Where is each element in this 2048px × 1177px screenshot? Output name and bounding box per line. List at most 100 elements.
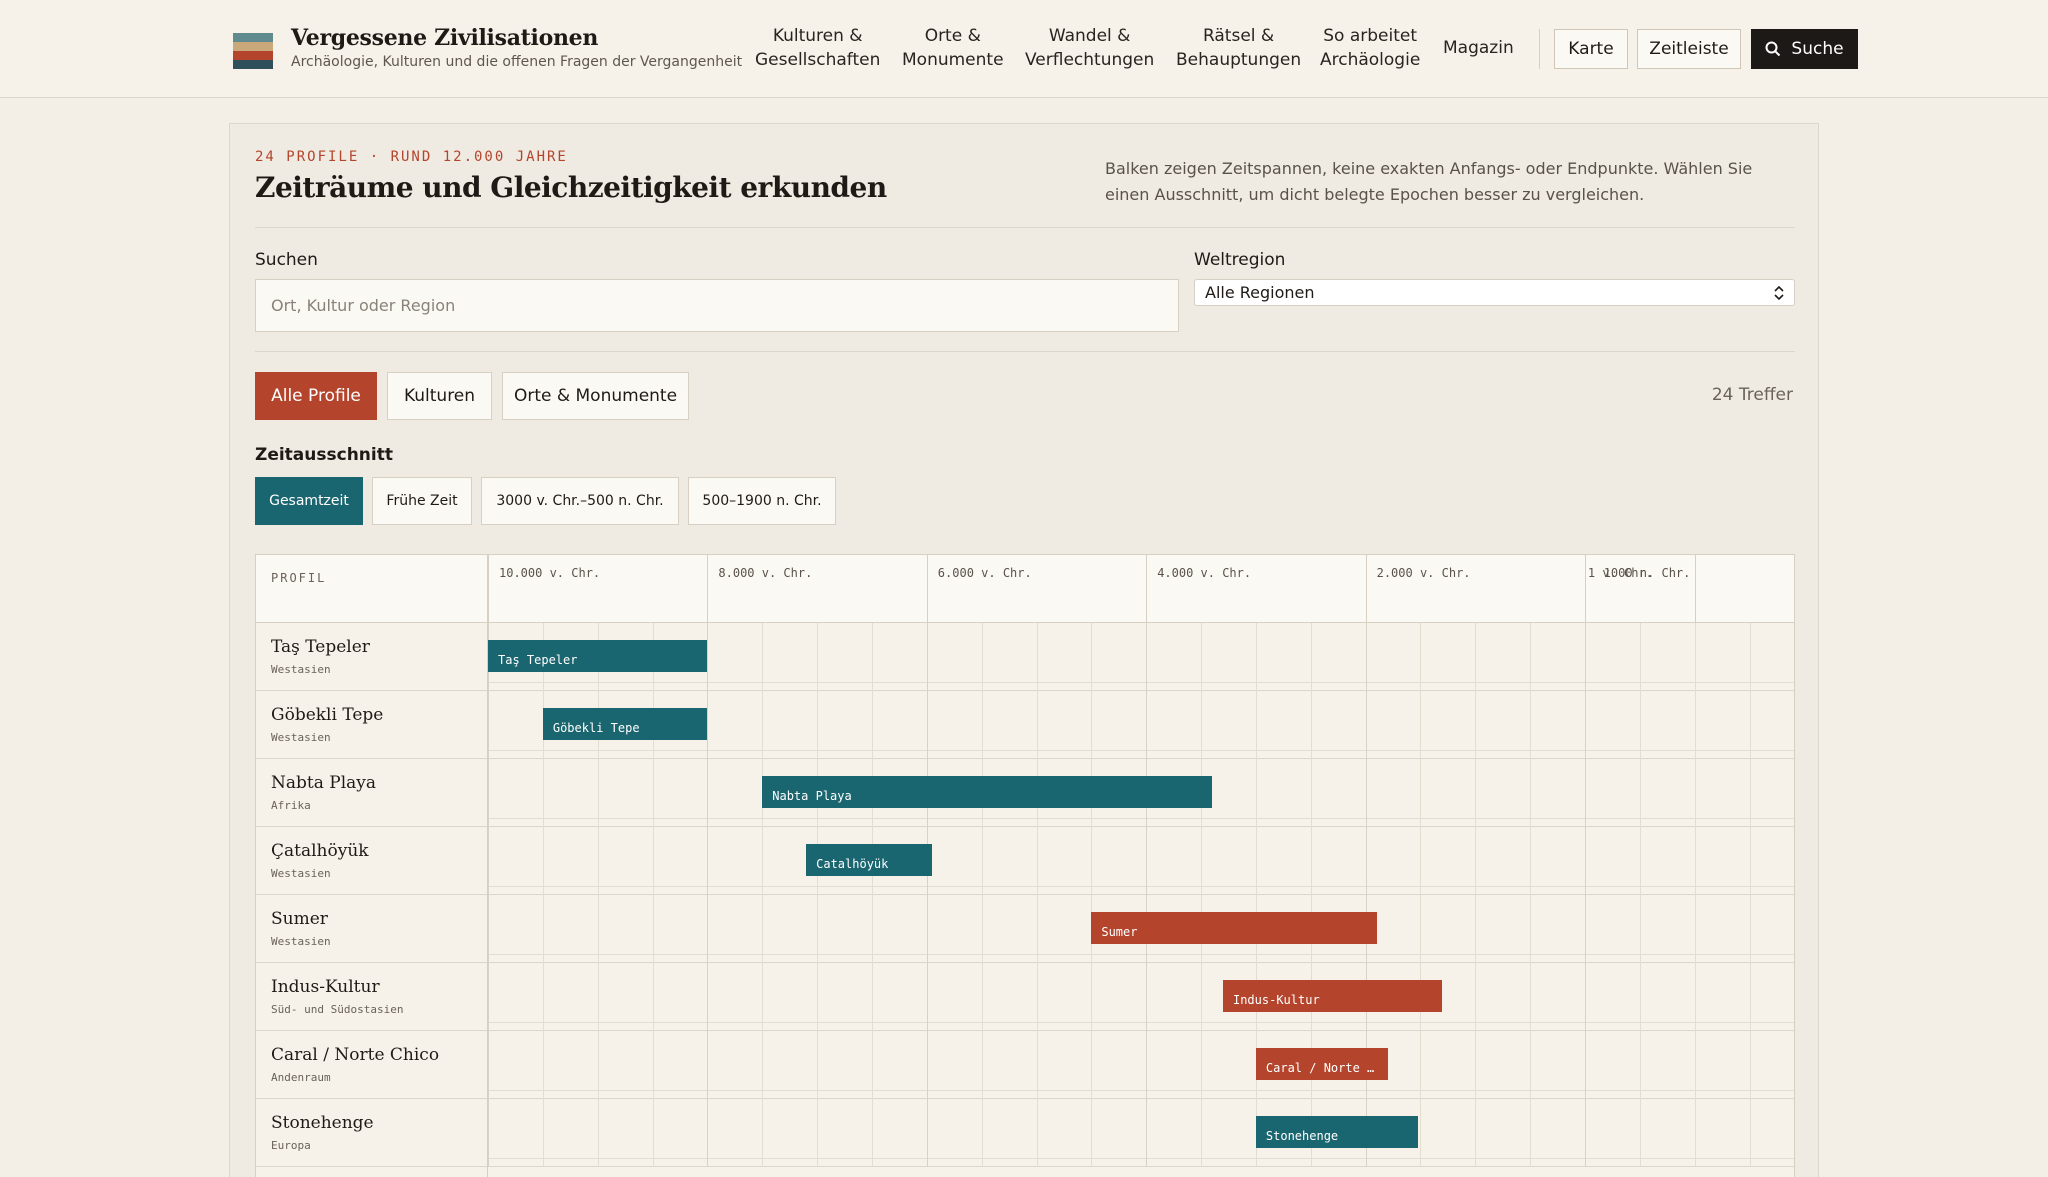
grid-line (1420, 1099, 1422, 1167)
axis-tick: 10.000 v. Chr. (488, 555, 600, 623)
grid-line (1694, 827, 1696, 895)
search-input[interactable] (255, 279, 1179, 332)
grid-line (1530, 1031, 1532, 1099)
nav-wandel[interactable]: Wandel & Verflechtungen (1025, 24, 1154, 72)
nav-kulturen[interactable]: Kulturen & Gesellschaften (755, 24, 880, 72)
grid-line (1749, 963, 1751, 1031)
timespan-bar[interactable]: Göbekli Tepe (542, 708, 708, 740)
grid-line (1420, 827, 1422, 895)
grid-line (1201, 691, 1203, 759)
grid-line (1036, 1031, 1038, 1099)
grid-line (1091, 827, 1093, 895)
grid-line (1255, 691, 1257, 759)
timeline-button[interactable]: Zeitleiste (1637, 29, 1741, 69)
search-icon (1765, 41, 1781, 57)
grid-line (1310, 827, 1312, 895)
grid-line (926, 963, 928, 1031)
timespan-bar[interactable]: Stonehenge (1255, 1116, 1419, 1148)
grid-line (652, 1031, 654, 1099)
row-track (488, 1099, 1794, 1159)
grid-line (1420, 1031, 1422, 1099)
region-select[interactable]: Alle Regionen (1194, 279, 1795, 306)
timespan-bar[interactable]: Nabta Playa (762, 776, 1213, 808)
grid-line (1530, 827, 1532, 895)
page-title: Zeiträume und Gleichzeitigkeit erkunden (255, 171, 887, 204)
grid-line (1036, 691, 1038, 759)
grid-line (1146, 691, 1148, 759)
profile-name[interactable]: Çatalhöyük (271, 841, 369, 861)
timespan-bar[interactable]: Sumer (1091, 912, 1377, 944)
axis-tick-label: 6.000 v. Chr. (937, 566, 1032, 580)
profile-name[interactable]: Taş Tepeler (271, 637, 370, 657)
profile-name[interactable]: Caral / Norte Chico (271, 1045, 439, 1065)
axis-tick: 8.000 v. Chr. (707, 555, 812, 623)
nav-orte[interactable]: Orte & Monumente (902, 24, 1004, 72)
grid-line (1475, 623, 1477, 691)
grid-line (1749, 623, 1751, 691)
grid-line (1201, 1031, 1203, 1099)
axis-tick: 1000 n. Chr. (1604, 555, 1696, 623)
zeit-fruehe-zeit[interactable]: Frühe Zeit (372, 477, 472, 525)
grid-line (542, 759, 544, 827)
axis-tick-label: 8.000 v. Chr. (718, 566, 813, 580)
grid-line (1749, 1031, 1751, 1099)
brand-subtitle: Archäologie, Kulturen und die offenen Fr… (291, 54, 743, 70)
grid-line (762, 691, 764, 759)
nav-label: Gesellschaften (755, 50, 881, 70)
profile-name[interactable]: Nabta Playa (271, 773, 376, 793)
timespan-bar[interactable]: Caral / Norte … (1255, 1048, 1388, 1080)
profile-name[interactable]: Indus-Kultur (271, 977, 380, 997)
grid-line (1694, 691, 1696, 759)
grid-line (926, 1031, 928, 1099)
zeit-gesamtzeit[interactable]: Gesamtzeit (255, 477, 363, 525)
logo-icon[interactable] (233, 33, 273, 69)
grid-line (1749, 827, 1751, 895)
zeit-3000-500[interactable]: 3000 v. Chr.–500 n. Chr. (481, 477, 679, 525)
filter-all-profiles[interactable]: Alle Profile (255, 372, 377, 420)
timespan-bar[interactable]: Taş Tepeler (488, 640, 708, 672)
map-button[interactable]: Karte (1554, 29, 1628, 69)
grid-line (1639, 759, 1641, 827)
nav-magazin[interactable]: Magazin (1443, 36, 1514, 60)
grid-line (542, 1031, 544, 1099)
grid-line (1310, 691, 1312, 759)
panel-description: Balken zeigen Zeitspannen, keine exakten… (1105, 159, 1753, 204)
row-track (488, 1031, 1794, 1091)
search-button-label: Suche (1791, 39, 1844, 59)
grid-line (871, 1099, 873, 1167)
grid-line (1585, 1099, 1586, 1167)
grid-line (871, 691, 873, 759)
grid-line (1475, 827, 1477, 895)
grid-line (542, 1099, 544, 1167)
brand-title[interactable]: Vergessene Zivilisationen (291, 25, 598, 51)
grid-line (1036, 623, 1038, 691)
nav-label: Monumente (902, 50, 1004, 70)
filter-kulturen[interactable]: Kulturen (387, 372, 492, 420)
profile-name[interactable]: Göbekli Tepe (271, 705, 383, 725)
grid-line (1420, 691, 1422, 759)
grid-line (926, 623, 928, 691)
grid-line (1420, 759, 1422, 827)
timeline-panel: 24 PROFILE · RUND 12.000 JAHRE Zeiträume… (229, 123, 1819, 1177)
profile-name[interactable]: Stonehenge (271, 1113, 374, 1133)
nav-so-arbeitet[interactable]: So arbeitet Archäologie (1320, 24, 1420, 72)
timespan-bar[interactable]: Indus-Kultur (1222, 980, 1443, 1012)
grid-line (1585, 759, 1586, 827)
grid-line (652, 827, 654, 895)
grid-line (1201, 963, 1203, 1031)
timespan-bar[interactable]: Catalhöyük (806, 844, 933, 876)
zeit-500-1900[interactable]: 500–1900 n. Chr. (688, 477, 836, 525)
grid-line (652, 759, 654, 827)
grid-line (1475, 895, 1477, 963)
grid-line (1475, 759, 1477, 827)
grid-line (1749, 691, 1751, 759)
grid-line (488, 691, 489, 759)
profile-name[interactable]: Sumer (271, 909, 328, 929)
filter-orte-monumente[interactable]: Orte & Monumente (502, 372, 689, 420)
nav-raetsel[interactable]: Rätsel & Behauptungen (1176, 24, 1301, 72)
search-button[interactable]: Suche (1751, 29, 1858, 69)
grid-line (488, 759, 489, 827)
grid-line (1639, 691, 1641, 759)
grid-line (707, 963, 709, 1031)
axis-tick: 1 v. Chr. (1584, 555, 1653, 623)
